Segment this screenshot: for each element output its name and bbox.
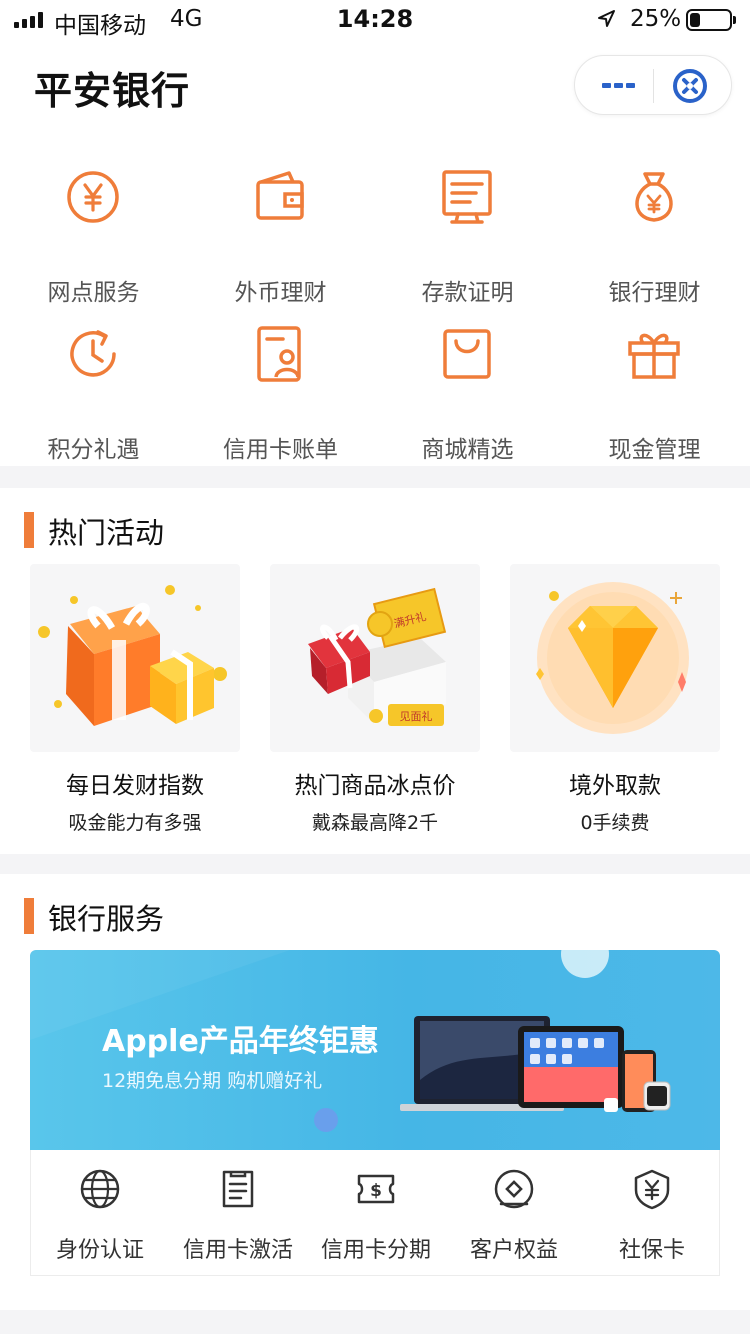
menu-item-forex-finance[interactable]: 外币理财 xyxy=(187,166,374,316)
menu-item-cash-management[interactable]: 现金管理 xyxy=(561,323,748,473)
wallet-icon xyxy=(256,171,304,220)
service-card-installment[interactable]: $ 信用卡分期 xyxy=(307,1150,445,1276)
gift-boxes-image xyxy=(38,585,227,726)
coupon-text: 见面礼 xyxy=(400,709,433,723)
menu-item-bank-wealth[interactable]: 银行理财 xyxy=(561,166,748,316)
activity-card-hot-deals[interactable]: 满升礼 见面礼 热门商品冰点价 戴森最高降2千 xyxy=(270,564,480,844)
apple-devices-image xyxy=(400,1016,671,1112)
menu-item-outlet-service[interactable]: 网点服务 xyxy=(0,166,187,316)
activity-image: 满升礼 见面礼 xyxy=(270,564,480,752)
activity-title: 每日发财指数 xyxy=(66,773,204,799)
menu-label: 商城精选 xyxy=(421,437,514,463)
location-arrow-icon xyxy=(598,10,615,27)
card-user-icon xyxy=(257,326,301,382)
promo-banner[interactable]: Apple产品年终钜惠 12期免息分期 购机赠好礼 xyxy=(30,950,720,1150)
hot-activities-section: 热门活动 每日发财指数 吸金能力有多强 满升礼 见面礼 热门商品冰点价 戴森最高… xyxy=(0,488,750,854)
menu-label: 现金管理 xyxy=(608,437,701,463)
activity-image xyxy=(510,564,720,752)
activity-title: 热门商品冰点价 xyxy=(294,773,456,799)
menu-label: 银行理财 xyxy=(608,280,701,306)
section-title: 热门活动 xyxy=(48,516,165,550)
clock-rotate-icon xyxy=(70,330,116,377)
menu-item-mall-picks[interactable]: 商城精选 xyxy=(374,323,561,473)
activity-title: 境外取款 xyxy=(569,773,661,799)
yen-coin-icon xyxy=(67,171,119,223)
app-header: 平安银行 xyxy=(0,40,750,128)
money-bag-icon xyxy=(635,172,673,222)
service-shortcuts: 身份认证 信用卡激活 $ 信用卡分期 客户权益 社保卡 xyxy=(30,1150,720,1276)
menu-label: 信用卡账单 xyxy=(223,437,338,463)
activity-subtitle: 戴森最高降2千 xyxy=(311,812,439,834)
activity-card-overseas-withdrawal[interactable]: 境外取款 0手续费 xyxy=(510,564,720,844)
service-label: 客户权益 xyxy=(469,1238,558,1263)
menu-label: 网点服务 xyxy=(47,280,140,306)
section-accent-bar xyxy=(24,898,34,934)
banner-subtitle: 12期免息分期 购机赠好礼 xyxy=(102,1070,323,1092)
service-identity-auth[interactable]: 身份认证 xyxy=(31,1150,169,1276)
activity-image xyxy=(30,564,240,752)
service-label: 身份认证 xyxy=(55,1238,144,1263)
service-social-security-card[interactable]: 社保卡 xyxy=(583,1150,721,1276)
shopping-bag-icon xyxy=(443,329,491,379)
menu-label: 存款证明 xyxy=(421,280,514,306)
menu-item-points-rewards[interactable]: 积分礼遇 xyxy=(0,323,187,473)
menu-item-deposit-certificate[interactable]: 存款证明 xyxy=(374,166,561,316)
badge-icon xyxy=(494,1169,534,1209)
close-target-icon[interactable] xyxy=(669,65,711,107)
service-customer-benefits[interactable]: 客户权益 xyxy=(445,1150,583,1276)
menu-label: 外币理财 xyxy=(234,280,327,306)
status-bar: 中国移动 4G 14:28 25% xyxy=(0,0,750,40)
menu-item-credit-card-bill[interactable]: 信用卡账单 xyxy=(187,323,374,473)
activity-card-daily-fortune[interactable]: 每日发财指数 吸金能力有多强 xyxy=(30,564,240,844)
battery-percent: 25% xyxy=(630,6,682,32)
section-title: 银行服务 xyxy=(48,902,165,936)
page-title: 平安银行 xyxy=(34,69,191,113)
more-icon[interactable] xyxy=(595,56,641,114)
activity-subtitle: 0手续费 xyxy=(580,812,650,834)
section-accent-bar xyxy=(24,512,34,548)
activity-subtitle: 吸金能力有多强 xyxy=(68,812,202,834)
banner-title: Apple产品年终钜惠 xyxy=(102,1024,379,1059)
yen-shield-icon xyxy=(634,1169,670,1210)
menu-label: 积分礼遇 xyxy=(47,437,140,463)
capsule-divider xyxy=(653,69,654,103)
service-card-activation[interactable]: 信用卡激活 xyxy=(169,1150,307,1276)
battery-icon xyxy=(686,9,736,31)
gift-box-coupons-image: 满升礼 见面礼 xyxy=(308,587,447,726)
diamond-image xyxy=(536,582,689,734)
service-label: 信用卡激活 xyxy=(182,1238,293,1263)
document-icon xyxy=(222,1170,254,1208)
dollar-ticket-icon: $ xyxy=(357,1174,395,1204)
service-label: 社保卡 xyxy=(618,1238,685,1263)
mini-program-capsule xyxy=(574,55,732,115)
svg-text:$: $ xyxy=(370,1181,382,1201)
globe-icon xyxy=(80,1169,120,1209)
bank-services-section: 银行服务 Apple产品年终钜惠 12期免息分期 购机赠好礼 身份认证 信用卡激… xyxy=(0,874,750,1310)
certificate-icon xyxy=(442,170,492,224)
service-label: 信用卡分期 xyxy=(320,1238,431,1263)
gift-icon xyxy=(628,333,680,379)
quick-menu: 网点服务 外币理财 存款证明 银行理财 积分礼遇 信用卡账单 商城精选 现金管理 xyxy=(0,128,750,466)
